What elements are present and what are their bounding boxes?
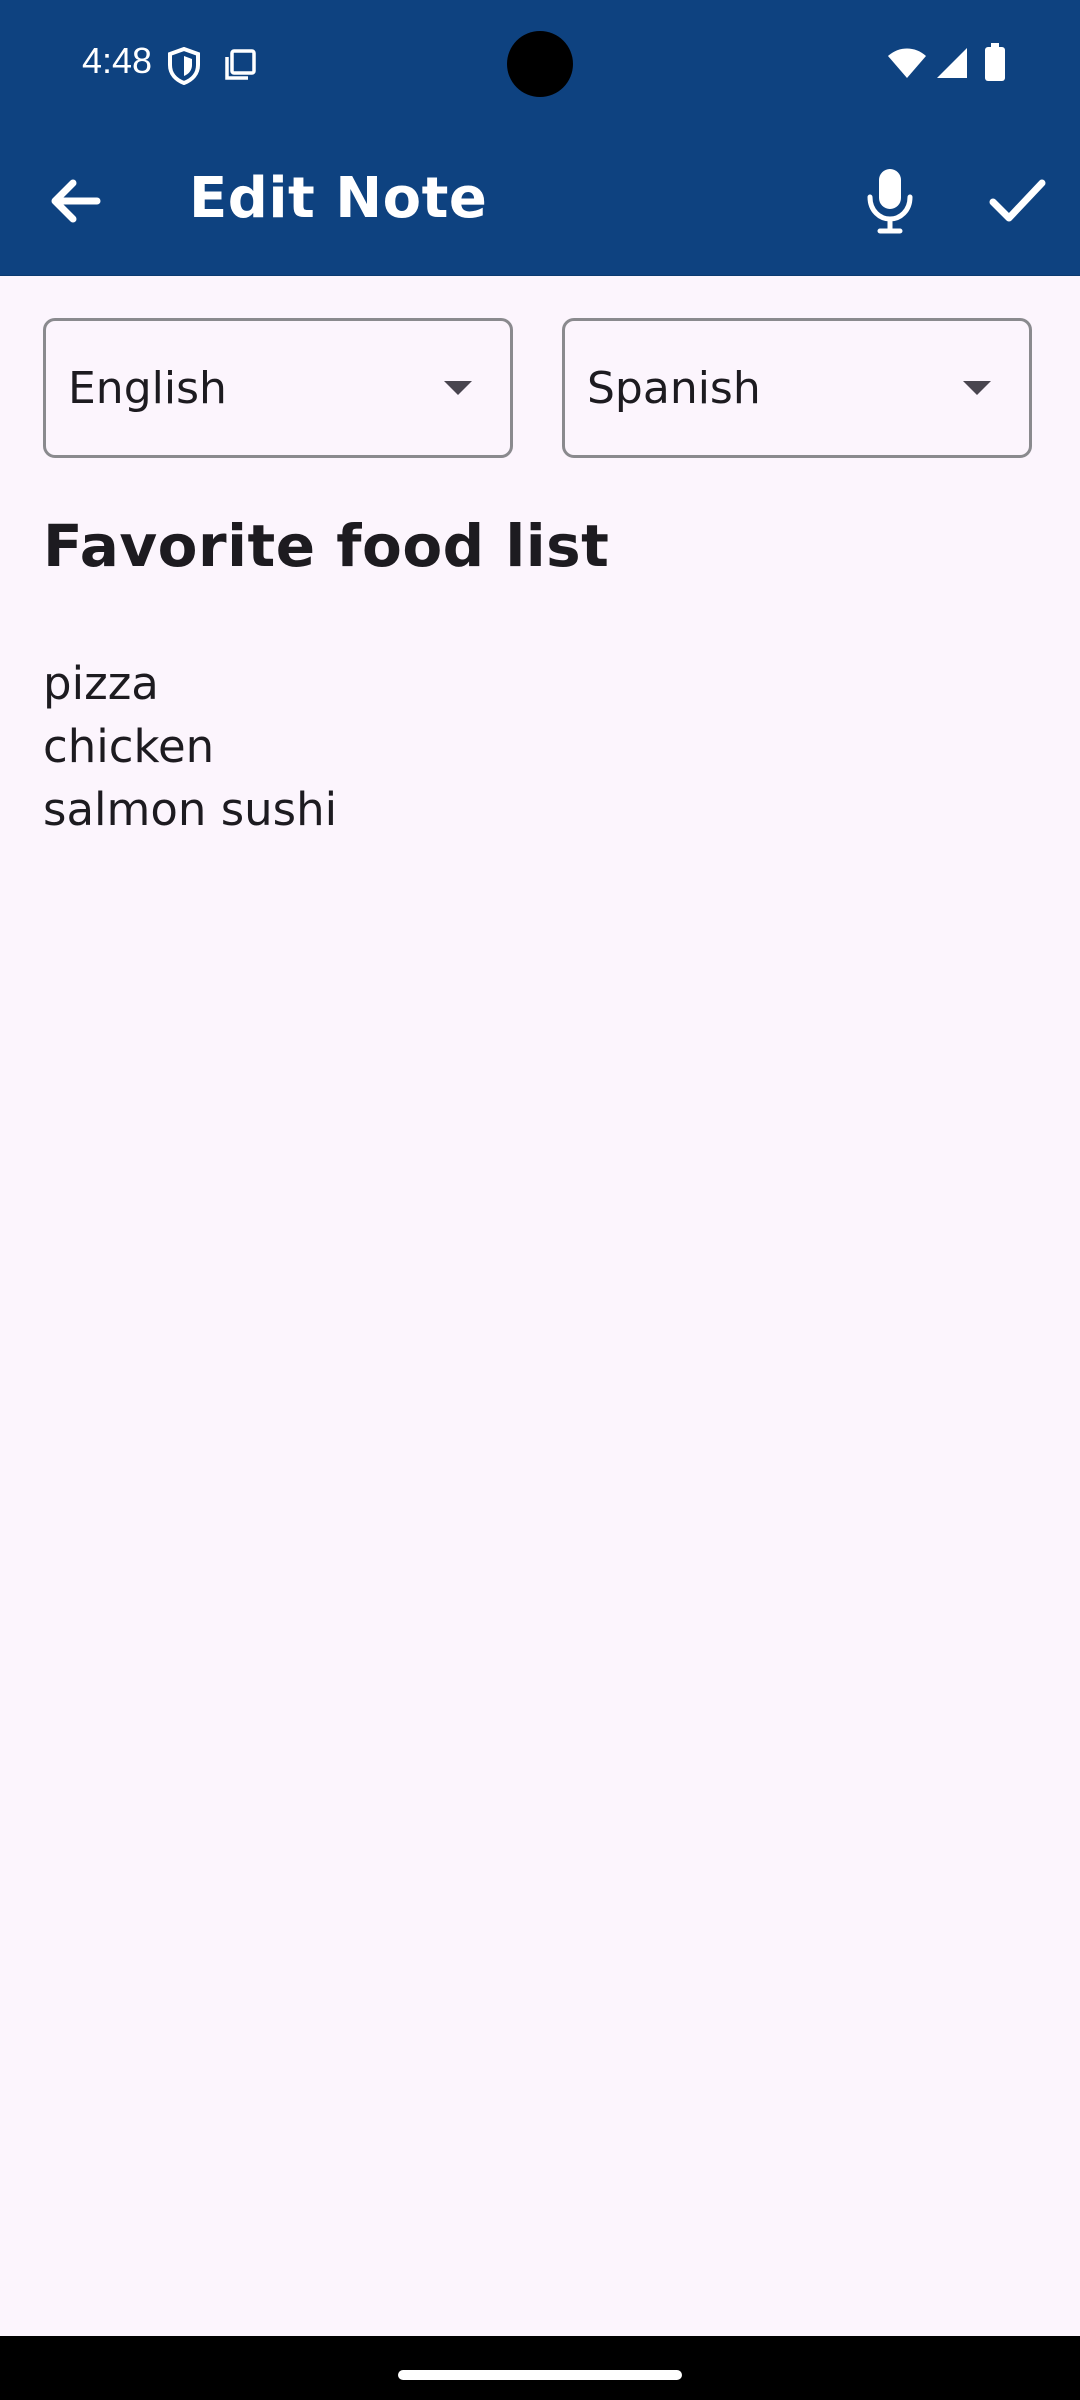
- source-language-value: English: [68, 363, 227, 414]
- page-title: Edit Note: [189, 166, 488, 231]
- arrow-back-icon: [51, 179, 101, 223]
- screenshot-icon: [225, 49, 256, 80]
- note-body-field[interactable]: pizza chicken salmon sushi: [43, 652, 1033, 841]
- wifi-icon: [888, 48, 926, 78]
- dropdown-arrow-icon: [963, 381, 991, 395]
- source-language-select[interactable]: English: [43, 318, 513, 458]
- save-button[interactable]: [972, 156, 1062, 246]
- back-button[interactable]: [30, 156, 120, 246]
- voice-input-button[interactable]: [845, 156, 935, 246]
- cellular-signal-icon: [937, 48, 967, 78]
- shield-icon: [168, 47, 200, 85]
- home-indicator[interactable]: [398, 2370, 682, 2380]
- status-bar: 4:48: [0, 0, 1080, 126]
- app-bar: Edit Note: [0, 126, 1080, 276]
- status-time: 4:48: [82, 40, 153, 81]
- battery-icon: [985, 43, 1005, 81]
- camera-cutout: [507, 31, 573, 97]
- mic-icon: [867, 169, 913, 234]
- note-title-field[interactable]: Favorite food list: [43, 512, 609, 580]
- dropdown-arrow-icon: [444, 381, 472, 395]
- target-language-value: Spanish: [587, 363, 761, 414]
- check-icon: [989, 179, 1046, 222]
- navigation-bar: [0, 2336, 1080, 2400]
- target-language-select[interactable]: Spanish: [562, 318, 1032, 458]
